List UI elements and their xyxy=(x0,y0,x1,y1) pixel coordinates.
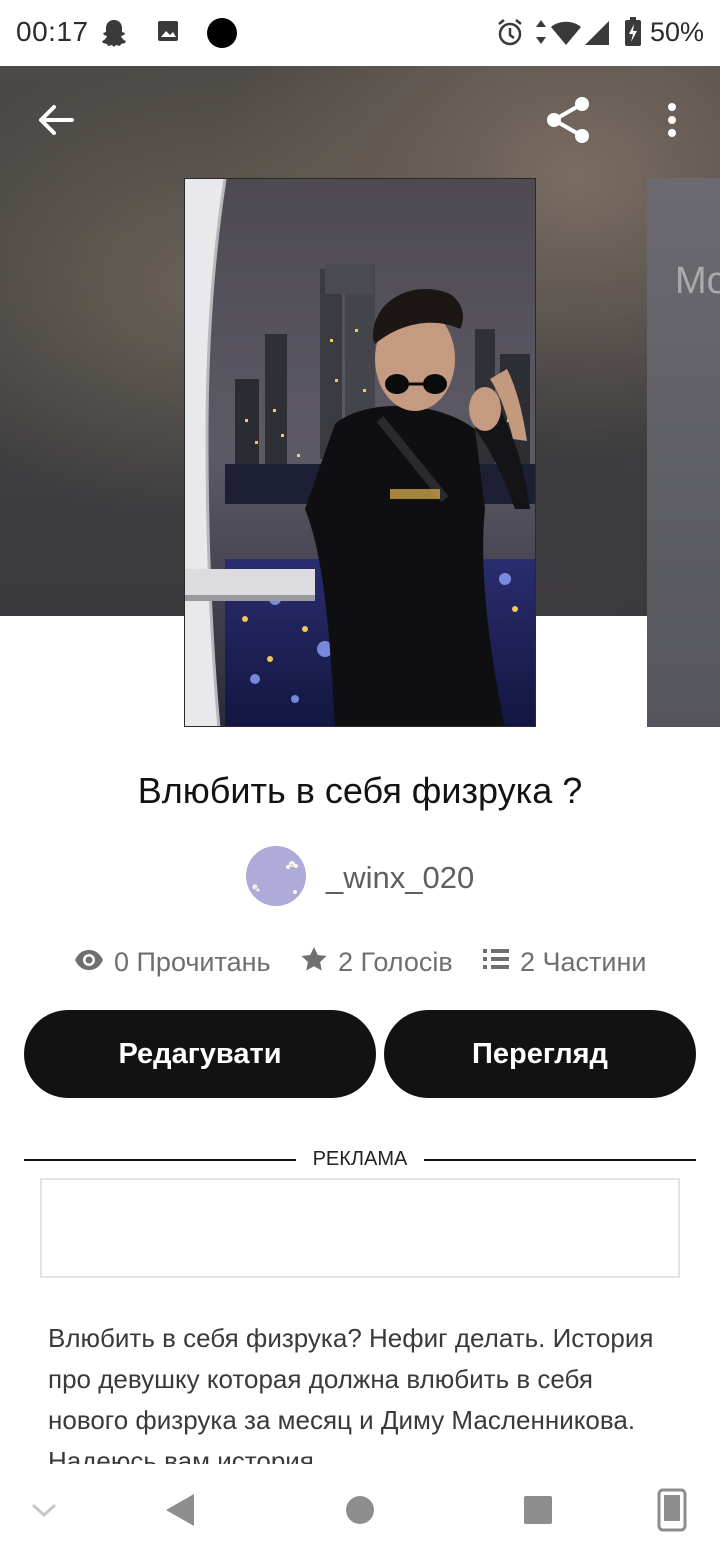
ad-slot[interactable] xyxy=(40,1178,680,1278)
parts-stat: 2 Частини xyxy=(482,942,646,982)
triangle-back-icon xyxy=(165,1493,195,1532)
story-stats: 0 Прочитань 2 Голосів 2 Частини xyxy=(0,942,720,982)
list-icon xyxy=(482,947,520,978)
eye-icon xyxy=(74,947,114,978)
dot-icon xyxy=(206,17,238,54)
nav-home-button[interactable] xyxy=(332,1484,388,1540)
reads-count: 0 Прочитань xyxy=(114,946,271,977)
ad-divider-right xyxy=(424,1159,696,1161)
battery-percent: 50% xyxy=(649,17,704,47)
nav-recents-button[interactable] xyxy=(510,1484,566,1540)
preview-button[interactable]: Перегляд xyxy=(384,1010,696,1098)
share-button[interactable] xyxy=(538,92,598,152)
nav-hide-button[interactable] xyxy=(16,1484,72,1540)
author-name[interactable]: _winx_020 xyxy=(326,860,474,896)
edit-button[interactable]: Редагувати xyxy=(24,1010,376,1098)
alarm-icon xyxy=(496,18,524,53)
more-vertical-icon xyxy=(666,102,678,143)
gallery-icon xyxy=(156,18,180,49)
author-row[interactable]: _winx_020 xyxy=(0,844,720,908)
star-icon xyxy=(300,946,338,979)
more-options-button[interactable] xyxy=(642,92,702,152)
story-description: Влюбить в себя физрука? Нефиг делать. Ис… xyxy=(48,1323,654,1464)
votes-count: 2 Голосів xyxy=(338,946,453,977)
signal-icon xyxy=(584,20,610,51)
snapchat-icon xyxy=(100,18,128,53)
share-icon xyxy=(543,95,593,150)
phone-icon xyxy=(657,1488,687,1537)
next-story-cover[interactable]: Mo xyxy=(647,178,720,727)
votes-stat: 2 Голосів xyxy=(300,942,453,982)
status-bar: 00:17 50% xyxy=(0,0,720,66)
nav-phone-button[interactable] xyxy=(644,1484,700,1540)
reads-stat: 0 Прочитань xyxy=(74,942,271,982)
battery-charging-icon xyxy=(624,17,642,52)
story-cover[interactable] xyxy=(184,178,536,727)
system-nav-bar xyxy=(0,1464,720,1560)
avatar[interactable] xyxy=(246,846,306,906)
status-time: 00:17 xyxy=(16,16,89,47)
nav-back-button[interactable] xyxy=(152,1484,208,1540)
chevron-down-icon xyxy=(31,1502,57,1523)
story-title: Влюбить в себя физрука ? xyxy=(137,770,583,811)
circle-home-icon xyxy=(345,1495,375,1530)
next-cover-text: Mo xyxy=(675,260,720,302)
wifi-icon xyxy=(550,20,582,51)
data-arrows-icon xyxy=(534,18,548,51)
arrow-left-icon xyxy=(38,104,74,141)
square-recents-icon xyxy=(523,1495,553,1530)
parts-count: 2 Частини xyxy=(520,946,647,977)
back-button[interactable] xyxy=(26,92,86,152)
